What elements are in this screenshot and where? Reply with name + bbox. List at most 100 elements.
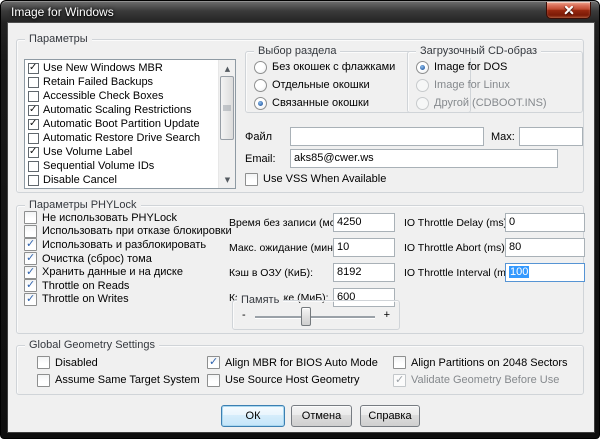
checkbox-item: ✓ Validate Geometry Before Use (393, 372, 568, 390)
checkbox-box-icon: ✓ (28, 103, 39, 116)
scroll-down-icon[interactable]: ▼ (219, 172, 236, 187)
radio-item: Другой (CDBOOT.INS) (408, 94, 582, 112)
group-boot-cd-image: Загрузочный CD-образ Image for DOS Image … (407, 45, 583, 113)
text-input[interactable]: 10 (333, 238, 395, 257)
checkmark-icon: ✓ (26, 237, 36, 251)
checkbox-label: Retain Failed Backups (43, 76, 154, 88)
group-phylock: Параметры PHYLock Не использовать PHYLoc… (16, 199, 586, 334)
phylock-checkbox-column: Не использовать PHYLock Использовать при … (24, 211, 232, 306)
list-item[interactable]: ✓ Automatic Scaling Restrictions (27, 103, 217, 117)
group-parameters-label: Параметры (25, 33, 92, 46)
checkbox-box-icon: ✓ (24, 292, 37, 306)
max-input[interactable] (519, 127, 583, 146)
checkbox-box-icon: ✓ (393, 373, 406, 387)
list-item[interactable]: Retain Failed Backups (27, 75, 217, 89)
email-label: Email: (245, 153, 276, 165)
checkbox-item[interactable]: Использовать при отказе блокировки (24, 224, 232, 239)
checkbox-label: Очистка (сброс) тома (42, 252, 152, 265)
options-listbox[interactable]: ✓ Use New Windows MBR Retain Failed Backup… (24, 59, 236, 189)
field-label: Макс. ожидание (мин): (229, 242, 340, 254)
text-input[interactable]: 80 (505, 238, 585, 257)
radio-button-icon (416, 96, 429, 110)
cd-radio-group: Image for DOS Image for Linux Другой (CDBO… (408, 58, 582, 112)
checkbox-label: Disabled (55, 356, 98, 369)
checkbox-label: Throttle on Writes (42, 293, 129, 306)
dialog-client: Параметры ✓ Use New Windows MBR Retain Fai… (8, 23, 594, 432)
checkbox-item[interactable]: ✓ Хранить данные и на диске (24, 265, 232, 279)
checkbox-item[interactable]: ✓ Использовать и разблокировать (24, 237, 232, 252)
ok-button[interactable]: ОК (221, 405, 285, 427)
field-value: 10 (337, 241, 350, 253)
checkbox-item[interactable]: Assume Same Target System (37, 372, 200, 390)
radio-item[interactable]: Image for DOS (408, 58, 582, 76)
checkbox-label: Automatic Scaling Restrictions (43, 104, 192, 116)
checkbox-item[interactable]: ✓ Align MBR for BIOS Auto Mode (207, 354, 378, 372)
group-partition-label: Выбор раздела (254, 45, 341, 58)
checkbox-item[interactable]: Disabled (37, 354, 200, 372)
list-item[interactable]: Disable Cancel (27, 173, 217, 187)
field-label: IO Throttle Abort (ms) (404, 242, 505, 254)
checkbox-box-icon (207, 373, 220, 387)
checkbox-box-icon (28, 132, 39, 144)
list-item[interactable]: Accessible Check Boxes (27, 89, 217, 103)
checkbox-label: Automatic Boot Partition Update (43, 118, 200, 130)
checkmark-icon: ✓ (26, 264, 36, 278)
checkbox-box-icon: ✓ (24, 264, 37, 279)
checkbox-label: Sequential Volume IDs (43, 160, 155, 172)
email-input[interactable]: aks85@cwer.ws (290, 149, 558, 168)
checkbox-item[interactable]: Use Source Host Geometry (207, 372, 378, 390)
list-item[interactable]: Disable Popup Status (27, 187, 217, 188)
checkbox-box-icon (24, 224, 37, 238)
scrollbar-thumb[interactable] (220, 76, 234, 140)
listbox-scrollbar[interactable]: ▲ ▼ (218, 60, 235, 188)
list-item[interactable]: ✓ Automatic Boot Partition Update (27, 117, 217, 131)
checkbox-label: Accessible Check Boxes (43, 90, 164, 102)
radio-label: Другой (CDBOOT.INS) (434, 97, 547, 109)
text-input[interactable]: 8192 (333, 263, 395, 282)
group-boot-cd-label: Загрузочный CD-образ (416, 45, 542, 58)
text-input[interactable]: 4250 (333, 213, 395, 232)
vss-checkbox[interactable]: Use VSS When Available (245, 171, 386, 187)
checkbox-item[interactable]: ✓ Очистка (сброс) тома (24, 251, 232, 266)
checkbox-label: Throttle on Reads (42, 279, 130, 292)
group-memory-label: Память (237, 294, 284, 307)
checkbox-label: Automatic Restore Drive Search (43, 132, 201, 144)
checkbox-item[interactable]: Не использовать PHYLock (24, 211, 232, 225)
checkbox-label: Использовать при отказе блокировки (42, 225, 232, 238)
checkbox-label: Use New Windows MBR (43, 62, 163, 74)
text-input[interactable]: 100 (505, 263, 585, 282)
text-input[interactable]: 0 (505, 213, 585, 232)
checkbox-item[interactable]: ✓ Throttle on Reads (24, 278, 232, 293)
group-geometry-label: Global Geometry Settings (25, 339, 159, 352)
file-input[interactable] (290, 127, 484, 146)
close-button[interactable] (546, 2, 591, 19)
radio-label: Без окошек с флажками (272, 61, 396, 73)
list-item[interactable]: ✓ Use New Windows MBR (27, 61, 217, 75)
field-row: IO Throttle Delay (ms) 0 (404, 213, 586, 232)
field-row: IO Throttle Interval (ms) 100 (404, 263, 586, 282)
field-label: Время без записи (мс): (229, 217, 342, 229)
memory-slider-thumb[interactable] (301, 307, 311, 326)
field-value: 0 (509, 216, 516, 228)
memory-slider-track[interactable] (255, 307, 375, 326)
scroll-up-icon[interactable]: ▲ (219, 61, 236, 76)
list-item[interactable]: Automatic Restore Drive Search (27, 131, 217, 145)
checkbox-box-icon: ✓ (24, 278, 37, 293)
selected-text: 100 (509, 266, 530, 278)
checkmark-icon: ✓ (29, 145, 38, 157)
checkmark-icon: ✓ (29, 61, 38, 73)
checkbox-box-icon: ✓ (28, 61, 39, 74)
radio-button-icon (416, 78, 429, 92)
checkbox-item[interactable]: Align Partitions on 2048 Sectors (393, 354, 568, 372)
titlebar[interactable]: Image for Windows (1, 1, 599, 23)
geometry-column-1: Disabled Assume Same Target System (37, 354, 200, 389)
list-item[interactable]: ✓ Use Volume Label (27, 145, 217, 159)
checkbox-box-icon (245, 172, 258, 186)
group-global-geometry: Global Geometry Settings Disabled Assume … (16, 339, 584, 395)
cancel-button[interactable]: Отмена (291, 405, 352, 427)
help-button[interactable]: Справка (360, 405, 420, 427)
list-item[interactable]: Sequential Volume IDs (27, 159, 217, 173)
checkmark-icon: ✓ (29, 103, 38, 115)
checkbox-item[interactable]: ✓ Throttle on Writes (24, 292, 232, 307)
field-value: 4250 (337, 216, 362, 228)
